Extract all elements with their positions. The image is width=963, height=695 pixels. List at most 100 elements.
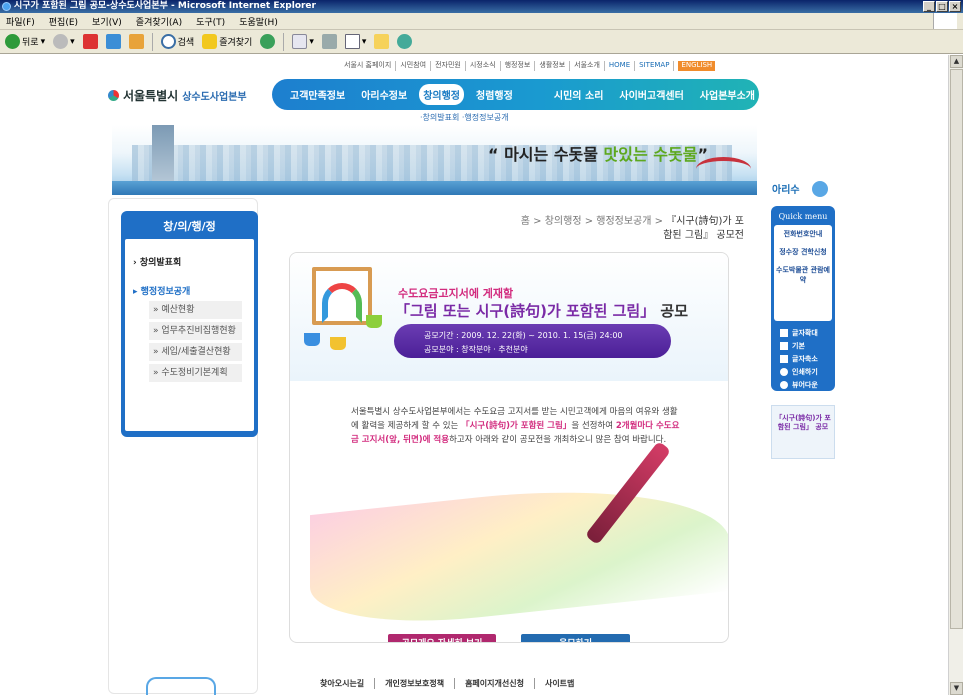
gnav-voice[interactable]: 시민의 소리 [550,84,607,105]
folder-icon [374,34,390,49]
vertical-scrollbar[interactable]: ▲ ▼ [948,55,963,695]
util-link-home[interactable]: HOME [605,61,636,71]
mail-icon [292,34,308,49]
scroll-down-button[interactable]: ▼ [950,682,963,695]
forward-button[interactable]: ▾ [51,32,77,52]
quick-tour[interactable]: 정수장 견학신청 [776,247,830,257]
printer-icon [321,34,337,49]
favorites-button[interactable]: 즐겨찾기 [200,32,254,52]
seoul-logo-icon [108,90,119,101]
lnav-sub-settlement[interactable]: » 세입/세출결산현황 [149,343,242,362]
menu-view[interactable]: 보기(V) [92,15,122,28]
paint-pot-icon [330,337,346,350]
menu-bar: 파일(F) 편집(E) 보기(V) 즐겨찾기(A) 도구(T) 도움말(H) [0,13,963,30]
lnav-sub-budget[interactable]: » 예산현황 [149,301,242,320]
search-button[interactable]: 검색 [159,32,197,52]
font-decrease-button[interactable]: 글자축소 [780,353,832,366]
print-page-button[interactable]: 인쇄하기 [780,366,832,379]
left-nav-title: 창/의/행/정 [163,220,216,233]
quick-phone[interactable]: 전화번호안내 [776,229,830,239]
detail-button[interactable]: 공모개요 자세히 보기 [388,634,496,642]
menu-file[interactable]: 파일(F) [6,15,35,28]
arisu-logo: 아리수 [772,181,830,203]
banner-slogan: “ 마시는 수돗물 맛있는 수돗물” [488,145,708,164]
maximize-button[interactable]: □ [936,1,948,12]
star-icon [202,34,218,49]
util-link-about[interactable]: 서울소개 [570,61,605,71]
util-link-admin[interactable]: 행정정보 [501,61,536,71]
gnav-customer[interactable]: 고객만족정보 [286,84,349,105]
contest-description: 서울특별시 상수도사업본부에서는 수도요금 고지서를 받는 시민고객에게 마음의… [351,407,680,445]
menu-edit[interactable]: 편집(E) [49,15,78,28]
sub-nav[interactable]: ·창의발표회 ·행정정보공개 [420,112,509,123]
breadcrumb-path[interactable]: 홈 > 창의행정 > 행정정보공개 > [521,216,666,227]
download-icon [780,381,788,389]
edit-button[interactable]: ▾ [343,32,369,52]
history-button[interactable] [258,32,277,52]
mail-button[interactable]: ▾ [290,32,316,52]
print-button[interactable] [320,32,339,52]
font-default-button[interactable]: 기본 [780,340,832,353]
gnav-arisu[interactable]: 아리수정보 [357,84,411,105]
util-link-participation[interactable]: 시민참여 [396,61,432,71]
util-link-news[interactable]: 시정소식 [466,61,501,71]
lnav-item-presentation[interactable]: › 창의발표회 [133,255,246,268]
font-increase-button[interactable]: 글자확대 [780,327,832,340]
util-link-sitemap[interactable]: SITEMAP [635,61,675,71]
stop-button[interactable] [81,32,100,52]
site-logo[interactable]: 서울특별시 상수도사업본부 [108,87,247,104]
search-icon [160,34,176,49]
menu-favorites[interactable]: 즐겨찾기(A) [136,15,182,28]
viewer-download-button[interactable]: 뷰어다운 [780,379,832,392]
gnav-cyber[interactable]: 사이버고객센터 [615,84,687,105]
footer-privacy[interactable]: 개인정보보호정책 [375,678,456,689]
left-nav-panel: 창/의/행/정 › 창의발표회 ▸ 행정정보공개 » 예산현황 » 업무추진비집… [108,198,258,694]
logo-name: 서울특별시 [123,89,179,103]
back-arrow-icon [5,34,20,49]
plus-icon [780,329,788,337]
back-button[interactable]: 뒤로 ▾ [3,32,47,52]
util-link-seoul[interactable]: 서울시 홈페이지 [340,61,397,71]
footer-improve[interactable]: 홈페이지개선신청 [455,678,535,689]
footer-sitemap[interactable]: 사이트맵 [535,678,584,689]
contest-info-pill: 공모기간 : 2009. 12. 22(화) ~ 2010. 1. 15(금) … [394,324,671,358]
lnav-item-disclosure[interactable]: ▸ 행정정보공개 [133,284,246,297]
util-link-civil[interactable]: 전자민원 [431,61,466,71]
messenger-button[interactable] [395,32,414,52]
home-button[interactable] [127,32,146,52]
apply-button[interactable]: 응모하기 [521,634,630,642]
quick-menu: Quick menu 전화번호안내 정수장 견학신청 수도박물관 관람예약 글자… [771,206,835,391]
paint-pot-icon [366,315,382,328]
contest-promo-banner[interactable]: 「시구(詩句)가 포함된 그림」 공모 [771,405,835,459]
contest-title: 「그림 또는 시구(詩句)가 포함된 그림」 공모 [395,302,689,320]
quick-museum[interactable]: 수도박물관 관람예약 [776,265,830,285]
gnav-integrity[interactable]: 청렴행정 [472,84,517,105]
gnav-intro[interactable]: 사업본부소개 [696,84,759,105]
folder-button[interactable] [372,32,391,52]
rainbow-wave-graphic [310,470,728,636]
contest-headline: 수도요금고지서에 게재할 [398,287,514,300]
close-button[interactable]: × [949,1,961,12]
minus-icon [780,355,788,363]
left-nav-box: 창/의/행/정 › 창의발표회 ▸ 행정정보공개 » 예산현황 » 업무추진비집… [121,211,258,437]
contest-category: 공모분야 : 창작분야 · 추천분야 [424,345,528,354]
global-nav: 고객만족정보 아리수정보 창의행정 청렴행정 시민의 소리 사이버고객센터 사업… [272,79,759,110]
logo-sub: 상수도사업본부 [182,92,247,103]
lnav-sub-plan[interactable]: » 수도정비기본계획 [149,364,242,383]
footer-arisu-logo [146,677,216,695]
rainbow-icon [322,283,362,323]
footer-directions[interactable]: 찾아오시는길 [310,678,376,689]
menu-tools[interactable]: 도구(T) [196,15,225,28]
menu-help[interactable]: 도움말(H) [239,15,278,28]
breadcrumb-current: 『시구(詩句)가 포함된 그림』 공모전 [663,216,744,241]
scroll-up-button[interactable]: ▲ [950,55,963,68]
lnav-sub-expense[interactable]: » 업무추진비집행현황 [149,322,242,341]
minimize-button[interactable]: _ [923,1,935,12]
tower-building [152,125,174,185]
util-link-life[interactable]: 생활정보 [535,61,571,71]
scroll-thumb[interactable] [950,69,963,629]
gnav-creative[interactable]: 창의행정 [419,84,465,105]
util-link-english[interactable]: ENGLISH [678,61,716,71]
refresh-button[interactable] [104,32,123,52]
forward-arrow-icon [53,34,69,49]
